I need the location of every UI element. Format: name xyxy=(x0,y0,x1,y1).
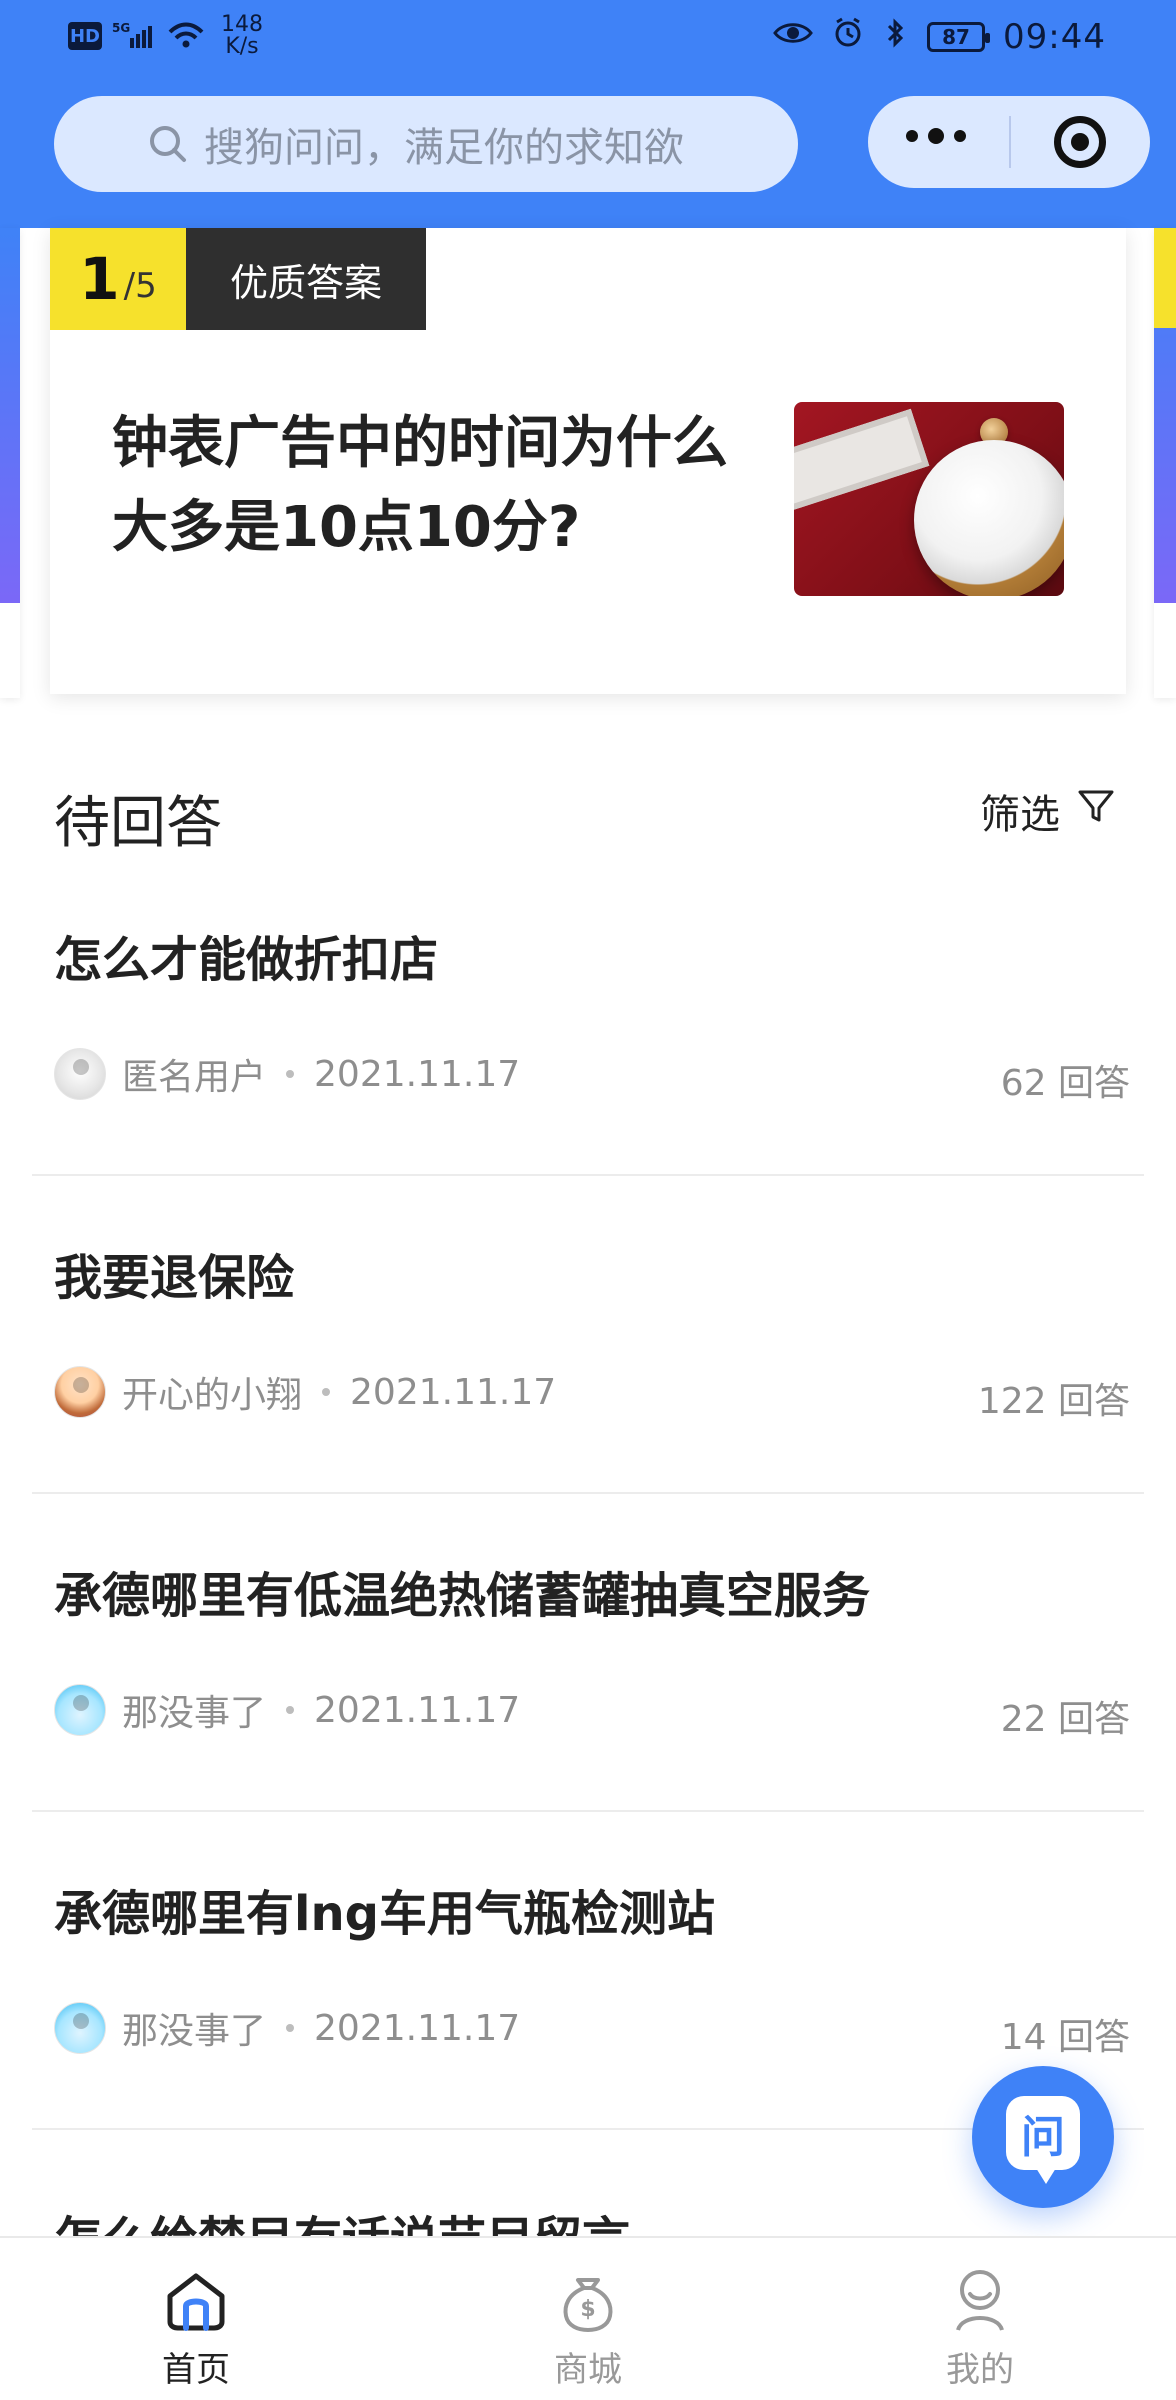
search-icon xyxy=(146,122,190,166)
nav-label: 首页 xyxy=(162,2350,230,2390)
pocket-watch xyxy=(914,440,1064,596)
meta-separator xyxy=(286,2024,295,2032)
status-time: 09:44 xyxy=(1003,17,1106,57)
page: HD 5G 148 K/s 87 09:44 搜狗问问，满足你的求知欲 1 /5… xyxy=(0,0,1176,2400)
bottom-navigation: 首页 $ 商城 我的 xyxy=(0,2236,1176,2400)
meta-separator xyxy=(286,1706,295,1714)
question-meta: 那没事了 2021.11.17 22 回答 xyxy=(54,1680,1130,1740)
featured-image[interactable] xyxy=(794,402,1064,596)
user-icon xyxy=(946,2266,1014,2334)
filter-label: 筛选 xyxy=(980,792,1060,838)
svg-text:$: $ xyxy=(580,2297,595,2322)
pending-answers-header: 待回答 筛选 xyxy=(54,778,1124,856)
author-name[interactable]: 那没事了 xyxy=(122,2002,266,2054)
status-right: 87 09:44 xyxy=(773,16,1106,58)
mini-program-capsule xyxy=(868,96,1150,188)
hd-indicator: HD xyxy=(68,22,102,50)
network-speed: 148 K/s xyxy=(216,14,268,58)
avatar[interactable] xyxy=(54,1366,106,1418)
carousel-current: 1 xyxy=(79,245,120,313)
network-speed-unit: K/s xyxy=(225,34,259,59)
watch-strap xyxy=(794,408,930,516)
nav-label: 商城 xyxy=(554,2350,622,2390)
meta-separator xyxy=(286,1070,295,1078)
filter-button[interactable]: 筛选 xyxy=(980,782,1118,840)
ask-question-button[interactable]: 问 xyxy=(972,2066,1114,2208)
question-title[interactable]: 承德哪里有lng车用气瓶检测站 xyxy=(54,1874,1114,1944)
question-meta: 那没事了 2021.11.17 14 回答 xyxy=(54,1998,1130,2058)
search-placeholder: 搜狗问问，满足你的求知欲 xyxy=(204,125,684,171)
ask-label: 问 xyxy=(1021,2112,1065,2163)
avatar[interactable] xyxy=(54,2002,106,2054)
question-meta: 匿名用户 2021.11.17 62 回答 xyxy=(54,1044,1130,1104)
battery-icon: 87 xyxy=(927,22,991,52)
avatar[interactable] xyxy=(54,1048,106,1100)
divider xyxy=(32,1810,1144,1812)
nav-me[interactable]: 我的 xyxy=(870,2258,1090,2390)
question-title[interactable]: 承德哪里有低温绝热储蓄罐抽真空服务 xyxy=(54,1556,1114,1626)
signal-icon: 5G xyxy=(112,21,156,50)
question-item[interactable]: 怎么才能做折扣店 匿名用户 2021.11.17 62 回答 xyxy=(0,920,1176,1238)
battery-level: 87 xyxy=(942,25,970,49)
question-item[interactable]: 承德哪里有低温绝热储蓄罐抽真空服务 那没事了 2021.11.17 22 回答 xyxy=(0,1556,1176,1874)
filter-icon xyxy=(1074,784,1118,838)
question-title[interactable]: 我要退保险 xyxy=(54,1238,1114,1308)
money-bag-icon: $ xyxy=(554,2266,622,2334)
question-title[interactable]: 怎么才能做折扣店 xyxy=(54,920,1114,990)
meta-separator xyxy=(322,1388,331,1396)
answer-count: 22 回答 xyxy=(1000,1699,1130,1740)
answer-count: 14 回答 xyxy=(1000,2017,1130,2058)
featured-title[interactable]: 钟表广告中的时间为什么大多是10点10分? xyxy=(112,402,732,570)
avatar[interactable] xyxy=(54,1684,106,1736)
alarm-icon xyxy=(831,16,865,58)
svg-text:5G: 5G xyxy=(112,21,130,35)
bluetooth-icon xyxy=(883,16,909,58)
answer-count: 62 回答 xyxy=(1000,1063,1130,1104)
search-bar[interactable]: 搜狗问问，满足你的求知欲 xyxy=(54,96,798,192)
home-icon xyxy=(162,2266,230,2334)
featured-carousel[interactable]: 1 /5 优质答案 钟表广告中的时间为什么大多是10点10分? xyxy=(0,228,1176,698)
answer-count: 122 回答 xyxy=(977,1381,1130,1422)
question-date: 2021.11.17 xyxy=(314,1053,521,1095)
partial-question-title[interactable]: 怎么给禁目有话说节目留言 xyxy=(54,2200,1114,2240)
network-speed-value: 148 xyxy=(221,12,263,37)
author-name[interactable]: 那没事了 xyxy=(122,1684,266,1736)
nav-home[interactable]: 首页 xyxy=(86,2258,306,2390)
nav-mall[interactable]: $ 商城 xyxy=(478,2258,698,2390)
status-bar: HD 5G 148 K/s 87 09:44 xyxy=(0,0,1176,74)
carousel-prev-card[interactable] xyxy=(0,228,20,698)
author-name[interactable]: 匿名用户 xyxy=(122,1048,266,1100)
question-date: 2021.11.17 xyxy=(314,2007,521,2049)
wifi-icon xyxy=(166,22,206,50)
more-icon[interactable] xyxy=(906,128,966,144)
question-meta: 开心的小翔 2021.11.17 122 回答 xyxy=(54,1362,1130,1422)
question-date: 2021.11.17 xyxy=(314,1689,521,1731)
capsule-divider xyxy=(1009,116,1011,168)
carousel-index: 1 /5 xyxy=(50,228,186,330)
top-header: HD 5G 148 K/s 87 09:44 搜狗问问，满足你的求知欲 xyxy=(0,0,1176,228)
section-title: 待回答 xyxy=(54,791,222,856)
carousel-total: /5 xyxy=(123,266,157,306)
eye-icon xyxy=(773,18,813,56)
status-left: HD 5G 148 K/s xyxy=(68,14,268,58)
divider xyxy=(32,1174,1144,1176)
featured-card[interactable]: 1 /5 优质答案 钟表广告中的时间为什么大多是10点10分? xyxy=(50,228,1126,694)
carousel-next-card[interactable] xyxy=(1154,228,1176,698)
author-name[interactable]: 开心的小翔 xyxy=(122,1366,302,1418)
ask-icon: 问 xyxy=(1006,2096,1080,2184)
close-mini-program-icon[interactable] xyxy=(1054,116,1106,168)
question-date: 2021.11.17 xyxy=(350,1371,557,1413)
divider xyxy=(32,1492,1144,1494)
question-item[interactable]: 我要退保险 开心的小翔 2021.11.17 122 回答 xyxy=(0,1238,1176,1556)
quality-badge: 优质答案 xyxy=(186,228,426,330)
question-list: 怎么才能做折扣店 匿名用户 2021.11.17 62 回答 我要退保险 开心的… xyxy=(0,920,1176,2192)
nav-label: 我的 xyxy=(946,2350,1014,2390)
